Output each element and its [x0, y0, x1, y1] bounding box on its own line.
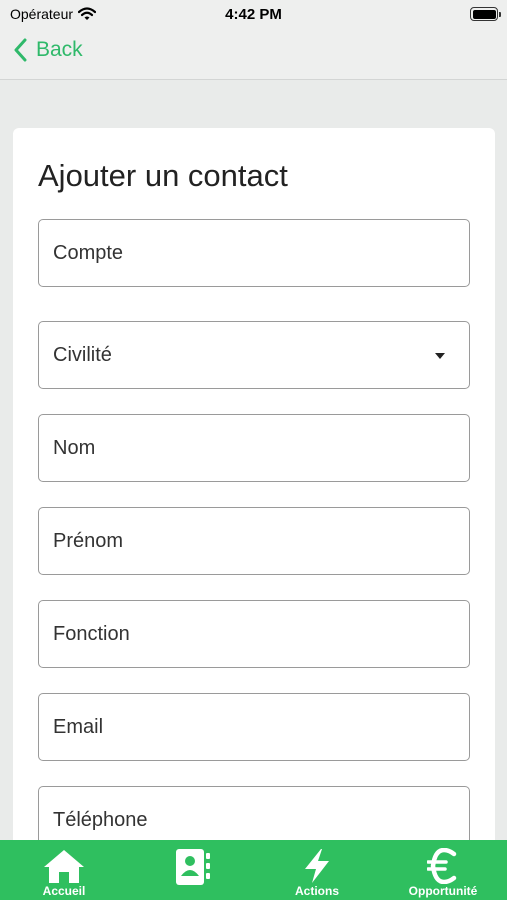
chevron-left-icon: [14, 38, 27, 62]
contact-form-card: Ajouter un contact Compte Civilité Nom P…: [13, 128, 495, 900]
tab-accueil[interactable]: Accueil: [9, 840, 119, 900]
telephone-placeholder: Téléphone: [53, 809, 148, 831]
nom-field[interactable]: Nom: [38, 414, 470, 482]
fonction-placeholder: Fonction: [53, 623, 130, 645]
tab-opportunite[interactable]: Opportunité: [388, 840, 498, 900]
tab-contacts[interactable]: [137, 840, 247, 900]
tab-bar: Accueil Actions Opportunité: [0, 840, 507, 900]
navigation-bar: Back: [0, 28, 507, 80]
contacts-icon: [176, 849, 210, 885]
page-title: Ajouter un contact: [38, 158, 288, 193]
status-time: 4:42 PM: [225, 6, 282, 23]
tab-actions[interactable]: Actions: [262, 840, 372, 900]
civilite-placeholder: Civilité: [53, 344, 112, 366]
back-button[interactable]: Back: [14, 38, 83, 62]
email-field[interactable]: Email: [38, 693, 470, 761]
battery-icon: [470, 7, 501, 21]
tab-opportunite-label: Opportunité: [408, 884, 478, 898]
tab-accueil-label: Accueil: [42, 884, 86, 898]
fonction-field[interactable]: Fonction: [38, 600, 470, 668]
tab-actions-label: Actions: [294, 884, 339, 898]
compte-placeholder: Compte: [53, 242, 124, 264]
back-label: Back: [36, 38, 83, 61]
civilite-select[interactable]: Civilité: [38, 321, 470, 389]
email-placeholder: Email: [53, 716, 104, 738]
status-bar: Opérateur 4:42 PM: [0, 0, 507, 28]
home-icon: [44, 850, 84, 883]
euro-icon: [427, 848, 457, 884]
bolt-icon: [305, 849, 329, 883]
prenom-placeholder: Prénom: [53, 530, 124, 552]
caret-down-icon: [435, 353, 445, 359]
nom-placeholder: Nom: [53, 437, 96, 459]
compte-field[interactable]: Compte: [38, 219, 470, 287]
prenom-field[interactable]: Prénom: [38, 507, 470, 575]
